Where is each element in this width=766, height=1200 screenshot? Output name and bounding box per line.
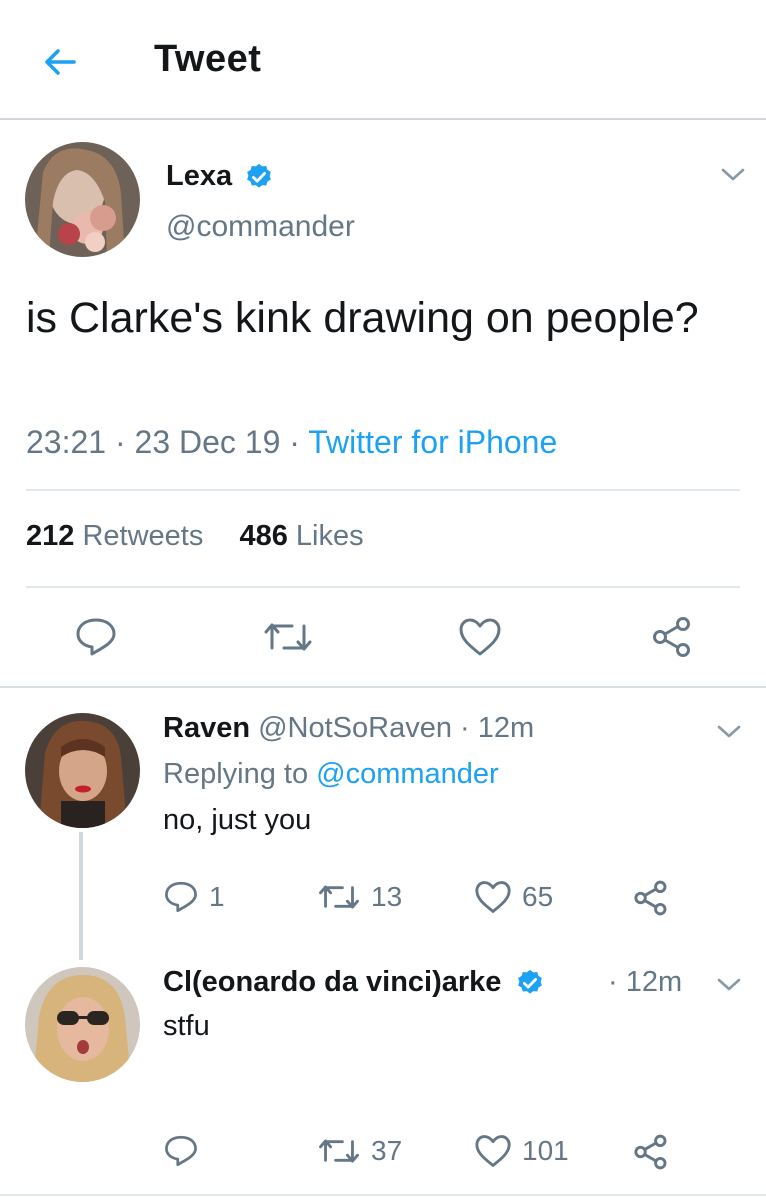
retweet-icon — [319, 885, 359, 909]
separator: · — [289, 424, 300, 460]
like-icon — [475, 1135, 511, 1167]
retweet-button[interactable]: 37 — [317, 1135, 402, 1167]
retweet-count: 13 — [371, 881, 403, 912]
tweet-stats: 212 Retweets 486 Likes — [26, 520, 364, 553]
reply-count: 1 — [209, 881, 225, 912]
chevron-down-icon — [717, 978, 741, 991]
chevron-down-icon — [721, 168, 745, 181]
like-button[interactable] — [458, 617, 502, 657]
like-button[interactable]: 101 — [474, 1134, 569, 1168]
divider — [26, 489, 740, 491]
reply-header-clarke: Cl(eonardo da vinci)arke — [163, 966, 501, 999]
tweet-time[interactable]: 23:21 — [26, 424, 106, 460]
share-button[interactable] — [650, 616, 692, 658]
reply-handle[interactable]: @NotSoRaven — [258, 712, 452, 744]
reply-display-name[interactable]: Cl(eonardo da vinci)arke — [163, 966, 501, 998]
tweet-text: is Clarke's kink drawing on people? — [26, 294, 699, 342]
avatar-lexa[interactable] — [25, 142, 140, 257]
tweet-source-link[interactable]: Twitter for iPhone — [308, 424, 557, 460]
top-bar: Tweet — [0, 0, 766, 120]
chevron-down-icon — [717, 725, 741, 738]
back-arrow-icon — [45, 49, 76, 75]
like-icon — [459, 618, 501, 656]
avatar-clarke[interactable] — [25, 967, 140, 1082]
share-icon — [634, 880, 667, 916]
replying-to-link[interactable]: @commander — [316, 758, 499, 790]
likes-stat[interactable]: 486 Likes — [239, 520, 363, 552]
verified-badge-icon — [518, 969, 542, 994]
verified-badge-icon — [247, 163, 271, 188]
reply-display-name[interactable]: Raven — [163, 712, 250, 744]
reply-icon — [165, 1135, 197, 1167]
avatar-raven[interactable] — [25, 713, 140, 828]
reply-time: · 12m — [608, 966, 683, 998]
reply-button[interactable] — [74, 616, 118, 658]
section-divider — [0, 686, 766, 688]
like-button[interactable]: 65 — [474, 880, 553, 914]
retweet-button[interactable]: 13 — [317, 881, 402, 913]
reply-icon — [76, 618, 116, 656]
like-count: 101 — [522, 1135, 569, 1166]
share-icon — [634, 1134, 667, 1170]
reply-time: · 12m — [460, 712, 535, 744]
reply-button[interactable] — [163, 1134, 199, 1168]
reply-text: stfu — [163, 1010, 210, 1042]
like-icon — [475, 881, 511, 913]
reply-button[interactable]: 1 — [163, 880, 225, 914]
retweet-count: 37 — [371, 1135, 403, 1166]
page-title: Tweet — [154, 38, 262, 80]
main-display-name[interactable]: Lexa — [166, 160, 232, 193]
reply-icon — [165, 881, 197, 913]
bottom-divider — [0, 1194, 766, 1196]
thread-connector — [79, 832, 83, 960]
divider — [26, 586, 740, 588]
reply-text: no, just you — [163, 804, 312, 836]
back-button[interactable] — [38, 40, 82, 84]
retweet-button[interactable] — [262, 618, 314, 656]
replying-to-line: Replying to @commander — [163, 758, 499, 790]
retweet-icon — [264, 623, 312, 651]
reply-menu-button[interactable] — [714, 970, 744, 1000]
share-button[interactable] — [632, 1134, 668, 1170]
tweet-menu-button[interactable] — [718, 160, 748, 190]
tweet-meta: 23:21 · 23 Dec 19 · Twitter for iPhone — [26, 424, 557, 461]
share-button[interactable] — [632, 880, 668, 916]
reply-menu-button[interactable] — [714, 717, 744, 747]
separator: · — [114, 424, 126, 460]
main-handle[interactable]: @commander — [166, 210, 355, 244]
tweet-date[interactable]: 23 Dec 19 — [135, 424, 281, 460]
retweets-stat[interactable]: 212 Retweets — [26, 520, 203, 552]
reply-header-raven: Raven @NotSoRaven · 12m — [163, 712, 534, 745]
retweet-icon — [319, 1139, 359, 1163]
like-count: 65 — [522, 881, 554, 912]
share-icon — [653, 617, 690, 657]
